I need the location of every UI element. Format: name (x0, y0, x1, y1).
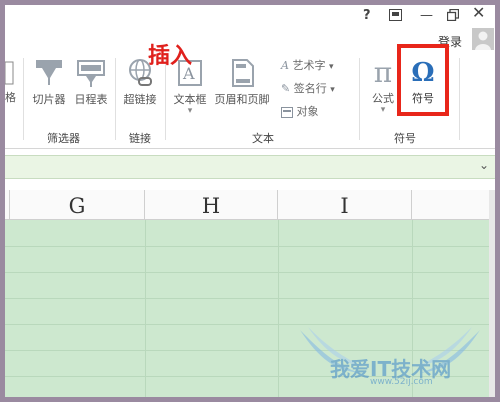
divider (459, 58, 460, 140)
textbox-label: 文本框 (173, 93, 207, 106)
expand-chevron-icon[interactable]: ⌄ (479, 158, 489, 172)
group-label-filters: 筛选器 (47, 132, 80, 145)
watermark: 我爱IT技术网 www.52ij.com (290, 325, 490, 395)
timeline-button[interactable]: 日程表 (69, 58, 113, 107)
column-header-next[interactable] (412, 190, 489, 220)
object-label: 对象 (296, 105, 319, 118)
timeline-label: 日程表 (74, 93, 108, 106)
wordart-button[interactable]: A 艺术字 ▾ (281, 58, 333, 74)
column-header-i[interactable]: I (278, 190, 412, 220)
watermark-url: www.52ij.com (370, 377, 433, 387)
highlight-box (397, 44, 449, 116)
grid-line (5, 246, 489, 247)
object-button[interactable]: 对象 (281, 104, 319, 120)
header-footer-button[interactable]: 页眉和页脚 (212, 58, 272, 107)
signature-label: 签名行 (293, 82, 327, 95)
column-header-h[interactable]: H (145, 190, 278, 220)
help-button[interactable]: ? (363, 9, 371, 23)
slicer-label: 切片器 (32, 93, 66, 106)
dropdown-caret-icon: ▾ (328, 62, 334, 72)
restore-icon[interactable] (446, 8, 460, 25)
group-label-links: 链接 (129, 132, 151, 145)
divider (23, 58, 24, 140)
grid-line (5, 272, 489, 273)
wordart-label: 艺术字 (292, 59, 326, 72)
dropdown-caret-icon: ▾ (330, 85, 335, 95)
header-footer-label: 页眉和页脚 (214, 93, 270, 106)
avatar[interactable] (472, 28, 494, 50)
column-header-g[interactable]: G (10, 190, 145, 220)
minimize-button[interactable]: — (420, 9, 433, 23)
header-footer-icon (232, 59, 254, 87)
hyperlink-label: 超链接 (123, 93, 157, 106)
timeline-icon (77, 60, 105, 87)
partial-tool[interactable]: 格 (4, 60, 16, 105)
partial-label: 格 (5, 91, 16, 104)
slicer-button[interactable]: 切片器 (27, 58, 71, 107)
group-label-text: 文本 (252, 132, 274, 145)
dropdown-caret-icon: ▾ (187, 106, 193, 116)
title-bar: ? — ✕ (5, 5, 495, 27)
group-label-symbols: 符号 (394, 132, 416, 145)
close-icon[interactable]: ✕ (472, 5, 485, 21)
grid-line (5, 298, 489, 299)
signature-line-button[interactable]: ✎ 签名行 ▾ (281, 81, 335, 97)
ribbon-display-icon[interactable] (389, 9, 402, 25)
divider (115, 58, 116, 140)
wordart-icon: A (281, 59, 289, 72)
divider (359, 58, 360, 140)
formula-bar[interactable]: ⌄ (5, 155, 495, 179)
object-icon (281, 106, 293, 118)
insert-callout-annotation: 插入 (148, 43, 193, 69)
divider (165, 58, 166, 140)
slicer-icon (36, 60, 62, 85)
signature-pen-icon: ✎ (281, 82, 291, 95)
